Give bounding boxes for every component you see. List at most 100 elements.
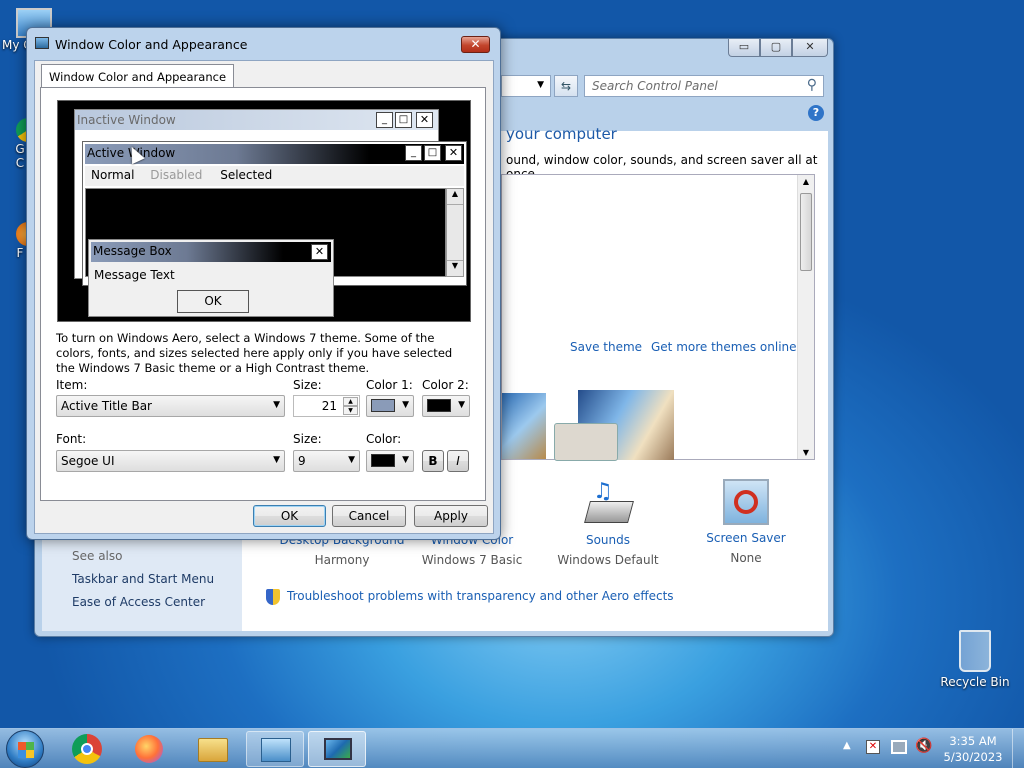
taskbar-start-menu-link[interactable]: Taskbar and Start Menu	[72, 572, 214, 586]
item-select[interactable]: Active Title Bar ▼	[56, 395, 285, 417]
clock-date: 5/30/2023	[943, 750, 1003, 764]
help-icon[interactable]: ?	[808, 105, 824, 121]
message-text: Message Text	[94, 268, 175, 282]
left-pane: See also Taskbar and Start Menu Ease of …	[42, 539, 242, 631]
font-size-label: Size:	[293, 432, 322, 446]
dialog-client-area: Window Color and Appearance Inactive Win…	[34, 60, 494, 534]
color1-swatch	[371, 399, 395, 412]
close-icon: ✕	[416, 112, 433, 128]
see-also-label: See also	[72, 549, 123, 563]
tab-window-color-appearance[interactable]: Window Color and Appearance	[41, 64, 235, 88]
font-color-swatch	[371, 454, 395, 467]
screen-saver-item[interactable]: Screen Saver None	[681, 479, 811, 565]
minimize-button[interactable]: ▭	[728, 39, 760, 57]
page-heading: your computer	[506, 125, 617, 143]
troubleshoot-link[interactable]: Troubleshoot problems with transparency …	[287, 589, 674, 603]
taskbar-firefox[interactable]	[120, 731, 178, 767]
font-size-select[interactable]: 9 ▼	[293, 450, 360, 472]
chevron-down-icon: ▼	[458, 400, 465, 410]
screen-saver-title: Screen Saver	[706, 531, 786, 545]
desktop-icon-label: F	[16, 246, 24, 260]
italic-toggle[interactable]: I	[447, 450, 469, 472]
folder-icon	[198, 738, 228, 762]
message-box-ok-button[interactable]: OK	[177, 290, 249, 313]
minimize-icon: _	[376, 112, 393, 128]
show-hidden-icons-icon[interactable]: ▲	[843, 740, 851, 751]
show-desktop-button[interactable]	[1012, 729, 1024, 768]
sounds-icon: ♫	[583, 479, 634, 529]
size-spinner[interactable]: 21 ▲ ▼	[293, 395, 360, 417]
theme-list-scrollbar[interactable]: ▲ ▼	[797, 175, 814, 459]
font-color-label: Color:	[366, 432, 402, 446]
theme-thumbnail-harmony[interactable]	[502, 393, 546, 459]
aero-info-text: To turn on Windows Aero, select a Window…	[56, 331, 453, 375]
font-color-picker[interactable]: ▼	[366, 450, 414, 472]
menu-normal: Normal	[91, 168, 135, 182]
minimize-icon: _	[405, 145, 422, 161]
sounds-item[interactable]: ♫ Sounds Windows Default	[543, 479, 673, 567]
taskbar-control-panel[interactable]	[246, 731, 304, 767]
save-theme-link[interactable]: Save theme	[570, 340, 642, 354]
taskbar-explorer[interactable]	[184, 731, 242, 767]
clock[interactable]: 3:35 AM 5/30/2023	[940, 733, 1006, 765]
theme-thumbnail-selected[interactable]	[554, 423, 618, 461]
action-center-icon[interactable]: ✕	[866, 740, 880, 754]
appearance-preview[interactable]: Inactive Window _ □ ✕ Active Window _ □ …	[57, 100, 471, 322]
tab-panel: Inactive Window _ □ ✕ Active Window _ □ …	[40, 87, 486, 501]
desktop-icon-label: Recycle Bin	[940, 675, 1010, 689]
menu-selected: Selected	[220, 168, 273, 182]
dialog-close-button[interactable]: ✕	[461, 36, 490, 53]
refresh-button[interactable]: ⇆	[554, 75, 578, 97]
start-button[interactable]	[6, 730, 44, 768]
preview-scrollbar: ▲ ▼	[446, 188, 464, 277]
search-icon: ⚲	[806, 77, 817, 93]
chevron-down-icon: ▼	[348, 455, 355, 465]
taskbar-chrome[interactable]	[58, 731, 116, 767]
color1-label: Color 1:	[366, 378, 413, 392]
shield-icon	[266, 589, 280, 605]
chevron-down-icon: ▼	[273, 455, 280, 465]
spinner-up-icon[interactable]: ▲	[343, 397, 358, 406]
preview-menu-bar: Normal Disabled Selected	[85, 166, 464, 186]
scrollbar-thumb[interactable]	[800, 193, 812, 271]
font-select[interactable]: Segoe UI ▼	[56, 450, 285, 472]
display-icon	[324, 738, 352, 760]
trash-icon	[959, 630, 991, 672]
message-box-preview[interactable]: Message Box ✕ Message Text OK	[88, 239, 334, 317]
close-icon: ✕	[311, 244, 328, 260]
inactive-window-title: Inactive Window	[77, 113, 176, 127]
color2-swatch	[427, 399, 451, 412]
ease-of-access-link[interactable]: Ease of Access Center	[72, 595, 205, 609]
theme-list[interactable]: Save theme Get more themes online ▲ ▼	[501, 174, 815, 461]
screen-saver-icon	[723, 479, 769, 525]
ok-button[interactable]: OK	[253, 505, 326, 527]
color1-picker[interactable]: ▼	[366, 395, 414, 417]
control-panel-icon	[261, 738, 291, 762]
windows-logo-icon	[18, 742, 34, 758]
window-color-dialog: Window Color and Appearance ✕ Window Col…	[26, 27, 501, 540]
spinner-down-icon[interactable]: ▼	[343, 406, 358, 415]
chevron-down-icon: ▼	[402, 400, 409, 410]
chevron-down-icon: ▼	[273, 400, 280, 410]
address-dropdown-arrow[interactable]: ▼	[501, 75, 551, 97]
recycle-bin-icon[interactable]: Recycle Bin	[940, 630, 1010, 700]
window-color-value: Windows 7 Basic	[421, 553, 523, 567]
volume-muted-icon[interactable]: 🔇	[915, 738, 932, 754]
taskbar-window-color[interactable]	[308, 731, 366, 767]
message-box-title-bar[interactable]: Message Box	[91, 242, 331, 262]
maximize-icon: □	[395, 112, 412, 128]
search-box[interactable]: Search Control Panel ⚲	[584, 75, 824, 97]
message-box-title: Message Box	[93, 244, 172, 258]
network-icon[interactable]	[891, 740, 907, 754]
search-input[interactable]: Search Control Panel	[592, 79, 718, 93]
get-more-themes-link[interactable]: Get more themes online	[651, 340, 797, 354]
color2-picker[interactable]: ▼	[422, 395, 470, 417]
screen-saver-value: None	[730, 551, 762, 565]
cancel-button[interactable]: Cancel	[332, 505, 406, 527]
bold-toggle[interactable]: B	[422, 450, 444, 472]
maximize-button[interactable]: ▢	[760, 39, 792, 57]
menu-disabled: Disabled	[150, 168, 203, 182]
close-button[interactable]: ✕	[792, 39, 828, 57]
apply-button[interactable]: Apply	[414, 505, 488, 527]
sounds-title: Sounds	[585, 533, 631, 547]
